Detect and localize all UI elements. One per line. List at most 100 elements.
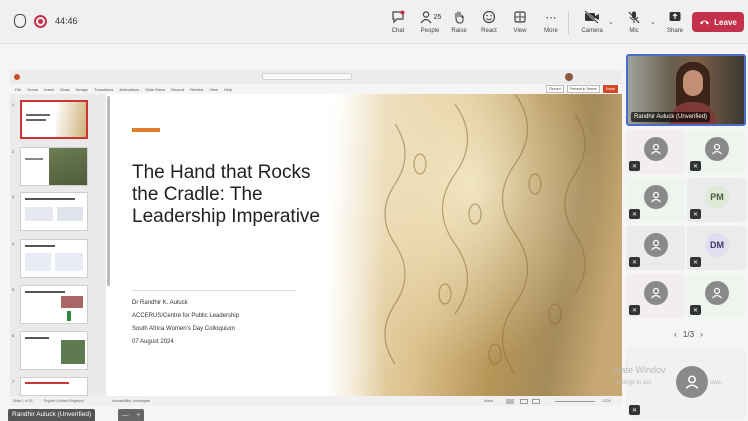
powerpoint-status-bar: Slide 1 of 15 English (United Kingdom) A… bbox=[10, 396, 622, 406]
chat-icon bbox=[381, 9, 415, 25]
mic-off-icon: ✕ bbox=[629, 161, 640, 171]
view-button[interactable]: View bbox=[503, 9, 537, 34]
notes-button[interactable]: Notes bbox=[484, 399, 493, 403]
chevron-left-icon[interactable]: ‹ bbox=[674, 330, 677, 339]
participant-tile[interactable]: PM ✕ bbox=[687, 178, 746, 222]
participant-tile[interactable]: ✕ bbox=[626, 130, 685, 174]
ribbon-tab-help[interactable]: Help bbox=[224, 87, 232, 92]
phone-icon bbox=[699, 18, 710, 27]
stage-controls[interactable]: — + bbox=[118, 409, 144, 421]
powerpoint-share-button[interactable]: Share bbox=[602, 85, 618, 93]
mic-off-icon: ✕ bbox=[629, 305, 640, 315]
zoom-slider[interactable] bbox=[555, 401, 595, 402]
slide-thumbnail[interactable] bbox=[20, 192, 88, 231]
mic-off-icon: ✕ bbox=[690, 209, 701, 219]
slide-author: Dr Randhir K. Auluck bbox=[132, 300, 188, 306]
accent-bar bbox=[132, 128, 160, 132]
activation-watermark-line2: settings to act bbox=[614, 380, 652, 386]
powerpoint-app-icon bbox=[14, 74, 20, 80]
chat-button[interactable]: Chat bbox=[381, 9, 415, 34]
mic-off-icon: ✕ bbox=[629, 405, 640, 415]
slide-thumbnail-pane: 1 2 3 4 5 6 7 bbox=[10, 94, 106, 396]
person-icon bbox=[644, 137, 668, 161]
toolbar-divider bbox=[568, 12, 569, 34]
divider bbox=[132, 290, 297, 291]
activation-watermark: ivate Windov bbox=[614, 365, 666, 375]
participant-tile[interactable]: ✕ bbox=[687, 274, 746, 318]
mic-off-icon: ✕ bbox=[629, 257, 640, 267]
presenter-name-chip: Randhir Auluck (Unverified) bbox=[8, 409, 96, 421]
powerpoint-search-box[interactable] bbox=[262, 73, 352, 80]
teams-meeting-window: 44:46 Chat 25 People Raise React View ⋯ … bbox=[0, 0, 748, 421]
present-in-teams-button[interactable]: Present in Teams bbox=[566, 85, 600, 93]
mic-off-icon: ✕ bbox=[690, 161, 701, 171]
minus-icon[interactable]: — bbox=[122, 412, 129, 419]
mic-off-icon bbox=[617, 9, 651, 25]
slide-sorter-icon[interactable] bbox=[520, 399, 528, 404]
powerpoint-title-bar bbox=[10, 70, 622, 84]
ribbon-tab-insert[interactable]: Insert bbox=[44, 87, 54, 92]
person-icon bbox=[644, 185, 668, 209]
slide-thumbnail[interactable] bbox=[20, 285, 88, 324]
slide-date: 07 August 2024 bbox=[132, 339, 174, 345]
more-button[interactable]: ⋯ More bbox=[534, 9, 568, 35]
share-button[interactable]: Share bbox=[658, 9, 692, 34]
ribbon-tab-file[interactable]: File bbox=[15, 87, 21, 92]
ribbon-tab-record[interactable]: Record bbox=[171, 87, 184, 92]
zoom-level[interactable]: 122% bbox=[602, 399, 611, 403]
meeting-status: 44:46 bbox=[14, 14, 78, 28]
activation-watermark-line3: ows. bbox=[710, 380, 723, 386]
slide-thumbnail[interactable] bbox=[20, 331, 88, 370]
participant-tile[interactable]: DM ✕ bbox=[687, 226, 746, 270]
ribbon-tab-design[interactable]: Design bbox=[75, 87, 87, 92]
person-icon bbox=[644, 281, 668, 305]
powerpoint-toolbar-right: Record Present in Teams Share bbox=[546, 85, 618, 93]
ribbon-tab-transitions[interactable]: Transitions bbox=[94, 87, 113, 92]
slide-counter: Slide 1 of 15 bbox=[13, 399, 33, 403]
ribbon-tab-review[interactable]: Review bbox=[190, 87, 203, 92]
mic-off-icon: ✕ bbox=[690, 257, 701, 267]
ribbon-tab-slide-show[interactable]: Slide Show bbox=[145, 87, 165, 92]
powerpoint-ribbon-tabs: File Home Insert Draw Design Transitions… bbox=[10, 84, 622, 94]
camera-off-icon bbox=[575, 9, 609, 25]
react-button[interactable]: React bbox=[472, 9, 506, 34]
speaker-name: Randhir Auluck (Unverified) bbox=[631, 112, 711, 122]
slide-thumbnail[interactable] bbox=[20, 147, 88, 186]
active-speaker-video[interactable]: Randhir Auluck (Unverified) bbox=[626, 54, 746, 126]
participant-tile[interactable]: ✕ bbox=[626, 178, 685, 222]
camera-button[interactable]: Camera bbox=[575, 9, 609, 34]
leave-button[interactable]: Leave bbox=[692, 12, 744, 32]
participant-tile[interactable]: ✕ bbox=[626, 226, 685, 270]
pager-text: 1/3 bbox=[682, 330, 695, 339]
people-count: 25 bbox=[433, 13, 442, 21]
camera-options-chevron-icon[interactable]: ⌄ bbox=[608, 18, 614, 26]
participant-tile[interactable]: ✕ bbox=[626, 274, 685, 318]
chevron-right-icon[interactable]: › bbox=[700, 330, 703, 339]
normal-view-icon[interactable] bbox=[506, 399, 514, 404]
participant-tile[interactable]: ✕ bbox=[687, 130, 746, 174]
shield-icon bbox=[14, 14, 26, 28]
meeting-toolbar: 44:46 Chat 25 People Raise React View ⋯ … bbox=[0, 0, 748, 44]
reading-view-icon[interactable] bbox=[532, 399, 540, 404]
slide-organization: ACCERUS/Centre for Public Leadership bbox=[132, 313, 240, 319]
slide-thumbnail[interactable] bbox=[20, 100, 88, 139]
plus-icon[interactable]: + bbox=[136, 412, 140, 419]
grid-view-icon bbox=[503, 9, 537, 25]
shared-screen: File Home Insert Draw Design Transitions… bbox=[10, 70, 622, 406]
ribbon-tab-view[interactable]: View bbox=[209, 87, 218, 92]
ribbon-tab-animations[interactable]: Animations bbox=[119, 87, 139, 92]
accessibility-status[interactable]: Accessibility: Investigate bbox=[112, 399, 150, 403]
mic-button[interactable]: Mic bbox=[617, 9, 651, 34]
slide-thumbnail[interactable] bbox=[20, 239, 88, 278]
current-slide: The Hand that Rocks the Cradle: The Lead… bbox=[110, 94, 622, 396]
mic-options-chevron-icon[interactable]: ⌄ bbox=[650, 18, 656, 26]
language-status[interactable]: English (United Kingdom) bbox=[44, 399, 84, 403]
raise-hand-button[interactable]: Raise bbox=[442, 9, 476, 34]
slide-thumbnail[interactable] bbox=[20, 377, 88, 396]
slide-event: South Africa Women’s Day Colloquium bbox=[132, 326, 235, 332]
ribbon-tab-draw[interactable]: Draw bbox=[60, 87, 69, 92]
slide-title: The Hand that Rocks the Cradle: The Lead… bbox=[132, 162, 320, 227]
lace-fabric-image bbox=[325, 94, 622, 396]
ribbon-tab-home[interactable]: Home bbox=[27, 87, 38, 92]
record-button[interactable]: Record bbox=[546, 85, 564, 93]
